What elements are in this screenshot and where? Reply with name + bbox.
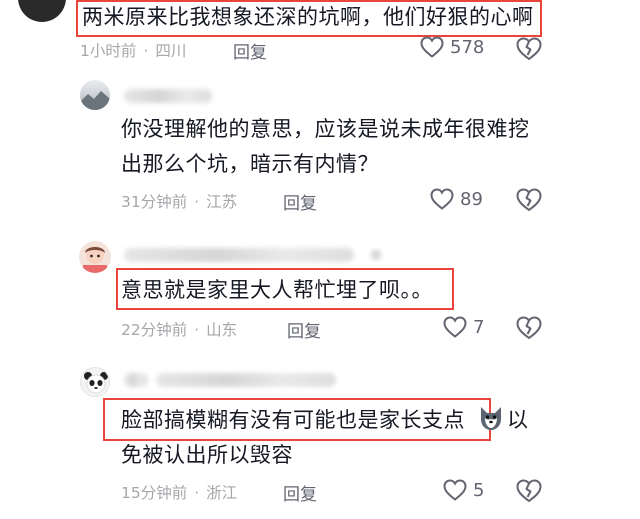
dislike-button[interactable] — [516, 479, 542, 507]
like-count: 89 — [460, 188, 483, 210]
like-count: 5 — [473, 479, 485, 501]
blurred-username — [156, 373, 336, 387]
blurred-username — [124, 89, 212, 103]
blurred-username — [124, 373, 148, 387]
comment-meta: 31分钟前 · 江苏 — [121, 193, 238, 211]
comment-text: 免被认出所以毁容 — [121, 443, 293, 467]
avatar[interactable] — [79, 241, 111, 273]
blurred-username — [124, 248, 354, 262]
like-count: 7 — [473, 316, 485, 338]
like-button[interactable]: 7 — [443, 316, 484, 338]
comment-time: 1小时前 — [80, 42, 137, 60]
like-button[interactable]: 5 — [443, 479, 484, 501]
dislike-button[interactable] — [516, 188, 542, 216]
comment-time: 15分钟前 — [121, 484, 188, 502]
comment-location: 江苏 — [206, 193, 238, 211]
reply-button[interactable]: 回复 — [233, 38, 267, 63]
reply-button[interactable]: 回复 — [287, 317, 321, 342]
comment-location: 四川 — [155, 42, 187, 60]
avatar[interactable] — [80, 367, 110, 397]
comment-text: 两米原来比我想象还深的坑啊，他们好狠的心啊 — [82, 5, 534, 29]
husky-emoji-icon — [478, 405, 504, 431]
comment-text: 脸部搞模糊有没有可能也是家长支点 — [121, 408, 465, 432]
reply-button[interactable]: 回复 — [283, 480, 317, 505]
dislike-button[interactable] — [516, 316, 542, 344]
avatar[interactable] — [18, 0, 66, 22]
comment-location: 浙江 — [206, 484, 238, 502]
comment-text: 你没理解他的意思，应该是说未成年很难挖 — [121, 117, 530, 141]
comment-text: 出那么个坑，暗示有内情？ — [121, 152, 379, 176]
reply-button[interactable]: 回复 — [283, 189, 317, 214]
comment-meta: 1小时前 · 四川 — [80, 42, 187, 60]
avatar[interactable] — [80, 80, 110, 110]
heart-outline-icon — [430, 188, 454, 210]
like-button[interactable]: 89 — [430, 188, 483, 210]
comment-text: 意思就是家里大人帮忙埋了呗。。 — [121, 278, 433, 302]
like-count: 578 — [450, 36, 485, 58]
heart-outline-icon — [443, 479, 467, 501]
comment-time: 31分钟前 — [121, 193, 188, 211]
heart-outline-icon — [420, 36, 444, 58]
broken-heart-icon — [516, 188, 542, 216]
heart-outline-icon — [443, 316, 467, 338]
comment-location: 山东 — [206, 321, 238, 339]
blurred-username — [371, 250, 381, 260]
dislike-button[interactable] — [516, 37, 542, 65]
like-button[interactable]: 578 — [420, 36, 484, 58]
broken-heart-icon — [516, 37, 542, 65]
broken-heart-icon — [516, 316, 542, 344]
broken-heart-icon — [516, 479, 542, 507]
comment-text: 以 — [507, 408, 529, 432]
comment-meta: 22分钟前 · 山东 — [121, 321, 238, 339]
comment-time: 22分钟前 — [121, 321, 188, 339]
comment-meta: 15分钟前 · 浙江 — [121, 484, 238, 502]
